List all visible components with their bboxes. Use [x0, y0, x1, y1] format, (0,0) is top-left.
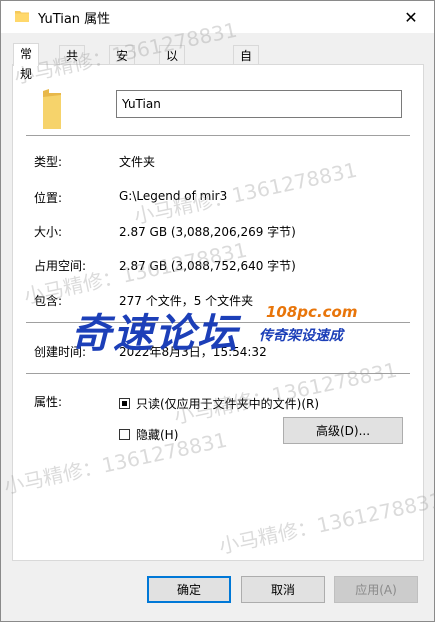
properties-window: YuTian 属性 ✕ 常规 共享 安全 以前的版本 自定义 YuTian 类型… — [0, 0, 435, 622]
size-label: 大小: — [34, 225, 63, 239]
hidden-checkbox[interactable] — [119, 429, 130, 440]
tab-general[interactable]: 常规 — [13, 43, 40, 81]
large-folder-icon — [43, 89, 61, 129]
title-bar[interactable]: YuTian 属性 ✕ — [1, 1, 434, 33]
folder-name-field[interactable]: YuTian — [116, 90, 402, 118]
readonly-label: 只读(仅应用于文件夹中的文件)(R) — [136, 397, 320, 411]
readonly-checkbox-row[interactable]: 只读(仅应用于文件夹中的文件)(R) — [119, 395, 319, 412]
tab-previous-versions[interactable]: 以前的版本 — [159, 45, 186, 143]
close-button[interactable]: ✕ — [388, 1, 434, 33]
logo-main-text: 奇速论坛 — [71, 311, 239, 357]
size-on-disk-value: 2.87 GB (3,088,752,640 字节) — [119, 259, 296, 273]
cancel-button[interactable]: 取消 — [241, 576, 325, 603]
size-value: 2.87 GB (3,088,206,269 字节) — [119, 225, 296, 239]
hidden-label: 隐藏(H) — [136, 428, 179, 442]
forum-logo: 奇速论坛 108pc.com 传奇架设速成 — [71, 293, 371, 357]
type-label: 类型: — [34, 155, 63, 169]
close-icon: ✕ — [404, 7, 418, 27]
apply-button[interactable]: 应用(A) — [334, 576, 418, 603]
readonly-checkbox[interactable] — [119, 398, 130, 409]
folder-icon — [15, 11, 29, 22]
type-value: 文件夹 — [119, 155, 156, 169]
tab-customize[interactable]: 自定义 — [233, 45, 260, 103]
size-on-disk-label: 占用空间: — [34, 259, 87, 273]
logo-sub-text: 传奇架设速成 — [259, 328, 343, 344]
contains-label: 包含: — [34, 294, 63, 308]
window-title: YuTian 属性 — [38, 12, 111, 27]
location-label: 位置: — [34, 191, 63, 205]
logo-url-text: 108pc.com — [266, 303, 358, 321]
attributes-label: 属性: — [34, 395, 63, 409]
hidden-checkbox-row[interactable]: 隐藏(H) — [119, 426, 178, 443]
divider — [26, 373, 410, 374]
ok-button[interactable]: 确定 — [147, 576, 231, 603]
location-value: G:\Legend of mir3 — [119, 189, 228, 203]
advanced-button[interactable]: 高级(D)... — [283, 417, 403, 444]
tab-security[interactable]: 安全 — [109, 45, 136, 83]
tab-sharing[interactable]: 共享 — [59, 45, 86, 83]
divider — [26, 135, 410, 136]
